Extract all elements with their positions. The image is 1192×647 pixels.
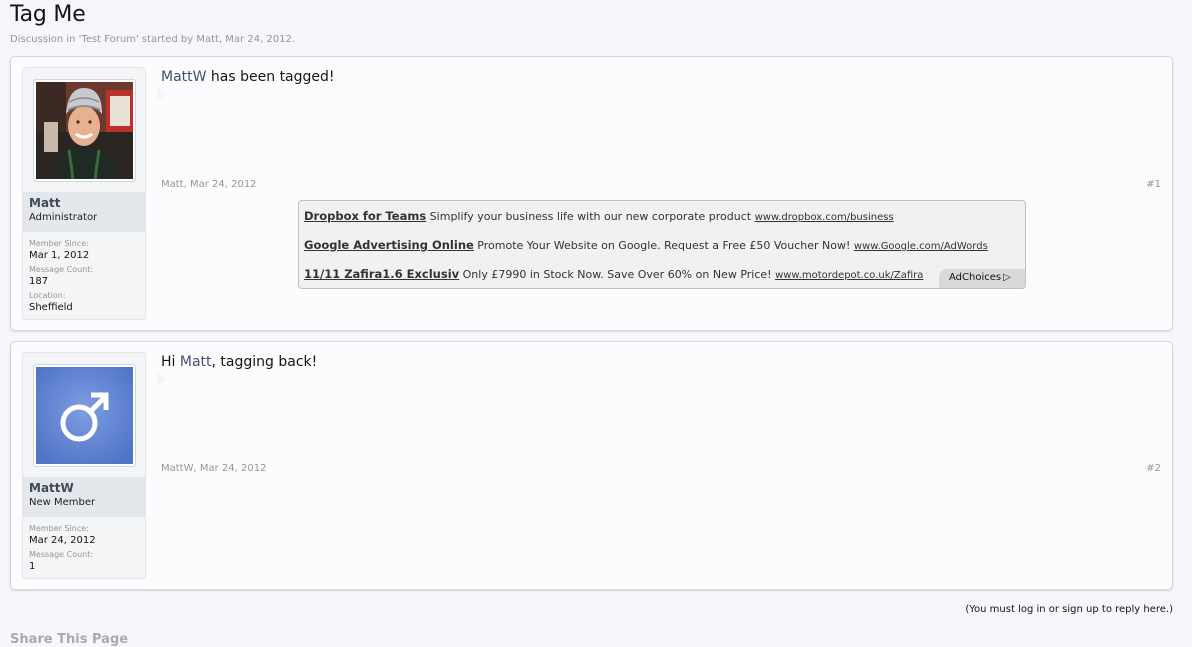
- location-label: Location:: [29, 291, 66, 300]
- post-date-link[interactable]: Mar 24, 2012: [200, 463, 267, 474]
- message-count-value[interactable]: 187: [29, 275, 141, 288]
- post-author-link[interactable]: MattW: [161, 463, 194, 474]
- male-symbol-icon: [36, 367, 133, 464]
- location-value[interactable]: Sheffield: [29, 301, 141, 314]
- user-extra-info: Member Since: Mar 1, 2012 Message Count:…: [29, 238, 141, 316]
- member-since-label: Member Since:: [29, 524, 89, 533]
- ad-unit: Dropbox for Teams Simplify your business…: [298, 200, 1026, 289]
- message-user-info: MattW New Member Member Since: Mar 24, 2…: [22, 352, 166, 579]
- user-name-block: MattW New Member: [23, 477, 145, 517]
- ad-text: Only £7990 in Stock Now. Save Over 60% o…: [459, 268, 776, 281]
- member-since-label: Member Since:: [29, 239, 89, 248]
- share-heading: Share This Page: [10, 632, 129, 647]
- ad-item: 11/11 Zafira1.6 Exclusiv Only £7990 in S…: [304, 267, 923, 281]
- avatar[interactable]: [33, 364, 136, 467]
- message-text-prefix: Hi: [161, 354, 180, 370]
- ad-title-link[interactable]: Google Advertising Online: [304, 238, 474, 252]
- ad-item: Dropbox for Teams Simplify your business…: [304, 209, 894, 223]
- message-count-value[interactable]: 1: [29, 560, 141, 573]
- message-text: has been tagged!: [206, 69, 335, 85]
- login-prompt[interactable]: (You must log in or sign up to reply her…: [965, 604, 1173, 615]
- ad-title-link[interactable]: 11/11 Zafira1.6 Exclusiv: [304, 267, 459, 281]
- message-user-info: Matt Administrator Member Since: Mar 1, …: [22, 67, 166, 320]
- message-content: MattW has been tagged!: [161, 69, 335, 85]
- speech-arrow: [157, 371, 166, 387]
- member-since-value: Mar 1, 2012: [29, 250, 90, 261]
- post-author-link[interactable]: Matt: [161, 179, 184, 190]
- username-link[interactable]: MattW: [29, 481, 145, 496]
- message-meta: MattW, Mar 24, 2012: [161, 463, 266, 474]
- avatar[interactable]: [33, 79, 136, 182]
- post-date-link[interactable]: Mar 24, 2012: [190, 179, 257, 190]
- message-count-label: Message Count:: [29, 265, 94, 274]
- page-title: Tag Me: [10, 2, 86, 27]
- message-meta: Matt, Mar 24, 2012: [161, 179, 257, 190]
- thread-description: Discussion in 'Test Forum' started by Ma…: [10, 34, 295, 45]
- message-content: Hi Matt, tagging back!: [161, 354, 317, 370]
- adchoices-label: AdChoices: [949, 272, 1002, 283]
- ad-item: Google Advertising Online Promote Your W…: [304, 238, 988, 252]
- user-title: Administrator: [29, 212, 98, 223]
- thread-date-link[interactable]: Mar 24, 2012: [225, 34, 292, 45]
- user-mention-link[interactable]: Matt: [180, 354, 212, 370]
- desc-mid: ' started by: [135, 34, 197, 45]
- user-photo-icon: [36, 82, 133, 179]
- message-text: , tagging back!: [211, 354, 318, 370]
- post-number-link[interactable]: #1: [1146, 179, 1161, 190]
- user-mention-link[interactable]: MattW: [161, 69, 206, 85]
- ad-url-link[interactable]: www.dropbox.com/business: [755, 212, 894, 223]
- speech-arrow: [157, 86, 166, 102]
- forum-link[interactable]: Test Forum: [81, 34, 136, 45]
- ad-url-link[interactable]: www.Google.com/AdWords: [854, 241, 988, 252]
- message-post-1: Matt Administrator Member Since: Mar 1, …: [10, 56, 1173, 331]
- user-extra-info: Member Since: Mar 24, 2012 Message Count…: [29, 523, 141, 575]
- adchoices-button[interactable]: AdChoices ▷: [939, 269, 1025, 288]
- message-post-2: MattW New Member Member Since: Mar 24, 2…: [10, 341, 1173, 590]
- desc-prefix: Discussion in ': [10, 34, 82, 45]
- user-name-block: Matt Administrator: [23, 192, 145, 232]
- post-number-link[interactable]: #2: [1146, 463, 1161, 474]
- ad-text: Promote Your Website on Google. Request …: [473, 239, 854, 252]
- message-count-label: Message Count:: [29, 550, 94, 559]
- ad-title-link[interactable]: Dropbox for Teams: [304, 209, 426, 223]
- ad-text: Simplify your business life with our new…: [426, 210, 755, 223]
- username-link[interactable]: Matt: [29, 196, 145, 211]
- user-title: New Member: [29, 497, 96, 508]
- ad-url-link[interactable]: www.motordepot.co.uk/Zafira: [775, 270, 923, 281]
- desc-end: .: [291, 34, 296, 45]
- adchoices-triangle-icon: ▷: [1003, 272, 1011, 283]
- thread-starter-link[interactable]: Matt: [196, 34, 219, 45]
- member-since-value: Mar 24, 2012: [29, 535, 96, 546]
